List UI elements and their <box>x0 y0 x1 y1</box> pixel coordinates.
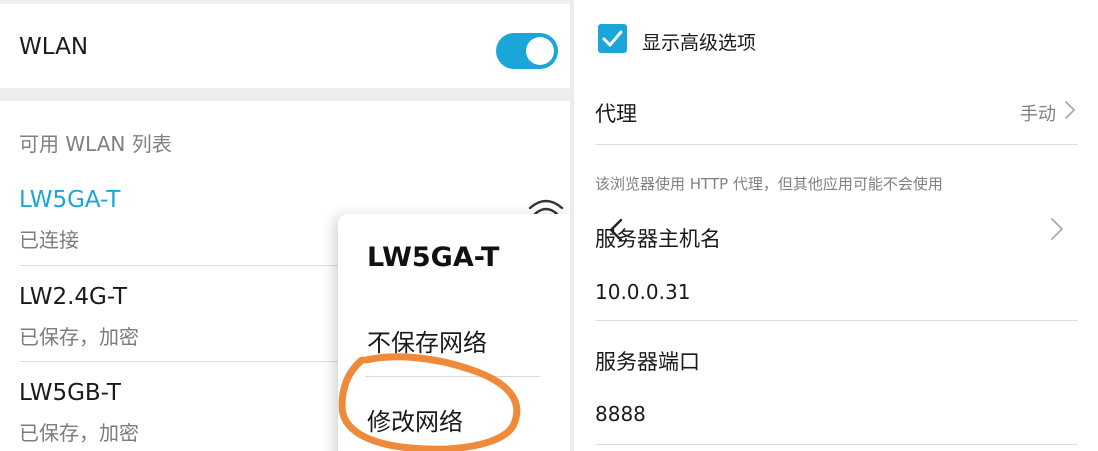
show-advanced-checkbox[interactable] <box>598 24 627 53</box>
advanced-options-panel: 显示高级选项 代理 手动 该浏览器使用 HTTP 代理，但其他应用可能不会使用 … <box>574 0 1098 451</box>
modify-network-menu-item[interactable]: 修改网络 <box>367 402 463 437</box>
check-icon <box>602 30 623 47</box>
network-status: 已保存，加密 <box>19 325 139 349</box>
popup-divider <box>365 376 540 377</box>
forget-network-menu-item[interactable]: 不保存网络 <box>367 323 487 358</box>
network-name: LW2.4G-T <box>19 284 128 310</box>
chevron-right-icon <box>1065 101 1075 119</box>
proxy-row[interactable]: 代理 手动 <box>574 78 1098 144</box>
proxy-hint: 该浏览器使用 HTTP 代理，但其他应用可能不会使用 <box>595 175 943 193</box>
divider <box>595 144 1078 145</box>
network-name: LW5GB-T <box>19 380 121 406</box>
server-port-label: 服务器端口 <box>595 350 700 374</box>
chevron-right-icon <box>1051 218 1063 240</box>
wlan-toggle[interactable] <box>496 33 558 69</box>
toggle-knob <box>526 37 554 65</box>
popup-title: LW5GA-T <box>367 242 500 273</box>
network-context-menu: LW5GA-T 不保存网络 修改网络 <box>338 214 570 451</box>
wlan-toggle-row[interactable]: WLAN <box>0 4 570 88</box>
divider <box>595 320 1078 321</box>
section-band <box>0 88 570 101</box>
available-wlan-list-header: 可用 WLAN 列表 <box>19 132 172 156</box>
network-status: 已连接 <box>19 228 79 252</box>
divider <box>595 444 1078 445</box>
proxy-value: 手动 <box>1020 104 1056 125</box>
server-host-field[interactable]: 10.0.0.31 <box>595 280 690 304</box>
wlan-title: WLAN <box>19 34 89 60</box>
network-status: 已保存，加密 <box>19 421 139 445</box>
chevron-left-icon[interactable] <box>608 218 624 242</box>
show-advanced-label: 显示高级选项 <box>642 32 757 54</box>
proxy-label: 代理 <box>595 102 637 126</box>
server-port-field[interactable]: 8888 <box>595 402 646 426</box>
network-name: LW5GA-T <box>19 187 121 213</box>
wlan-panel: WLAN 可用 WLAN 列表 LW5GA-T 已连接 LW2.4G-T 已保存… <box>0 0 570 451</box>
